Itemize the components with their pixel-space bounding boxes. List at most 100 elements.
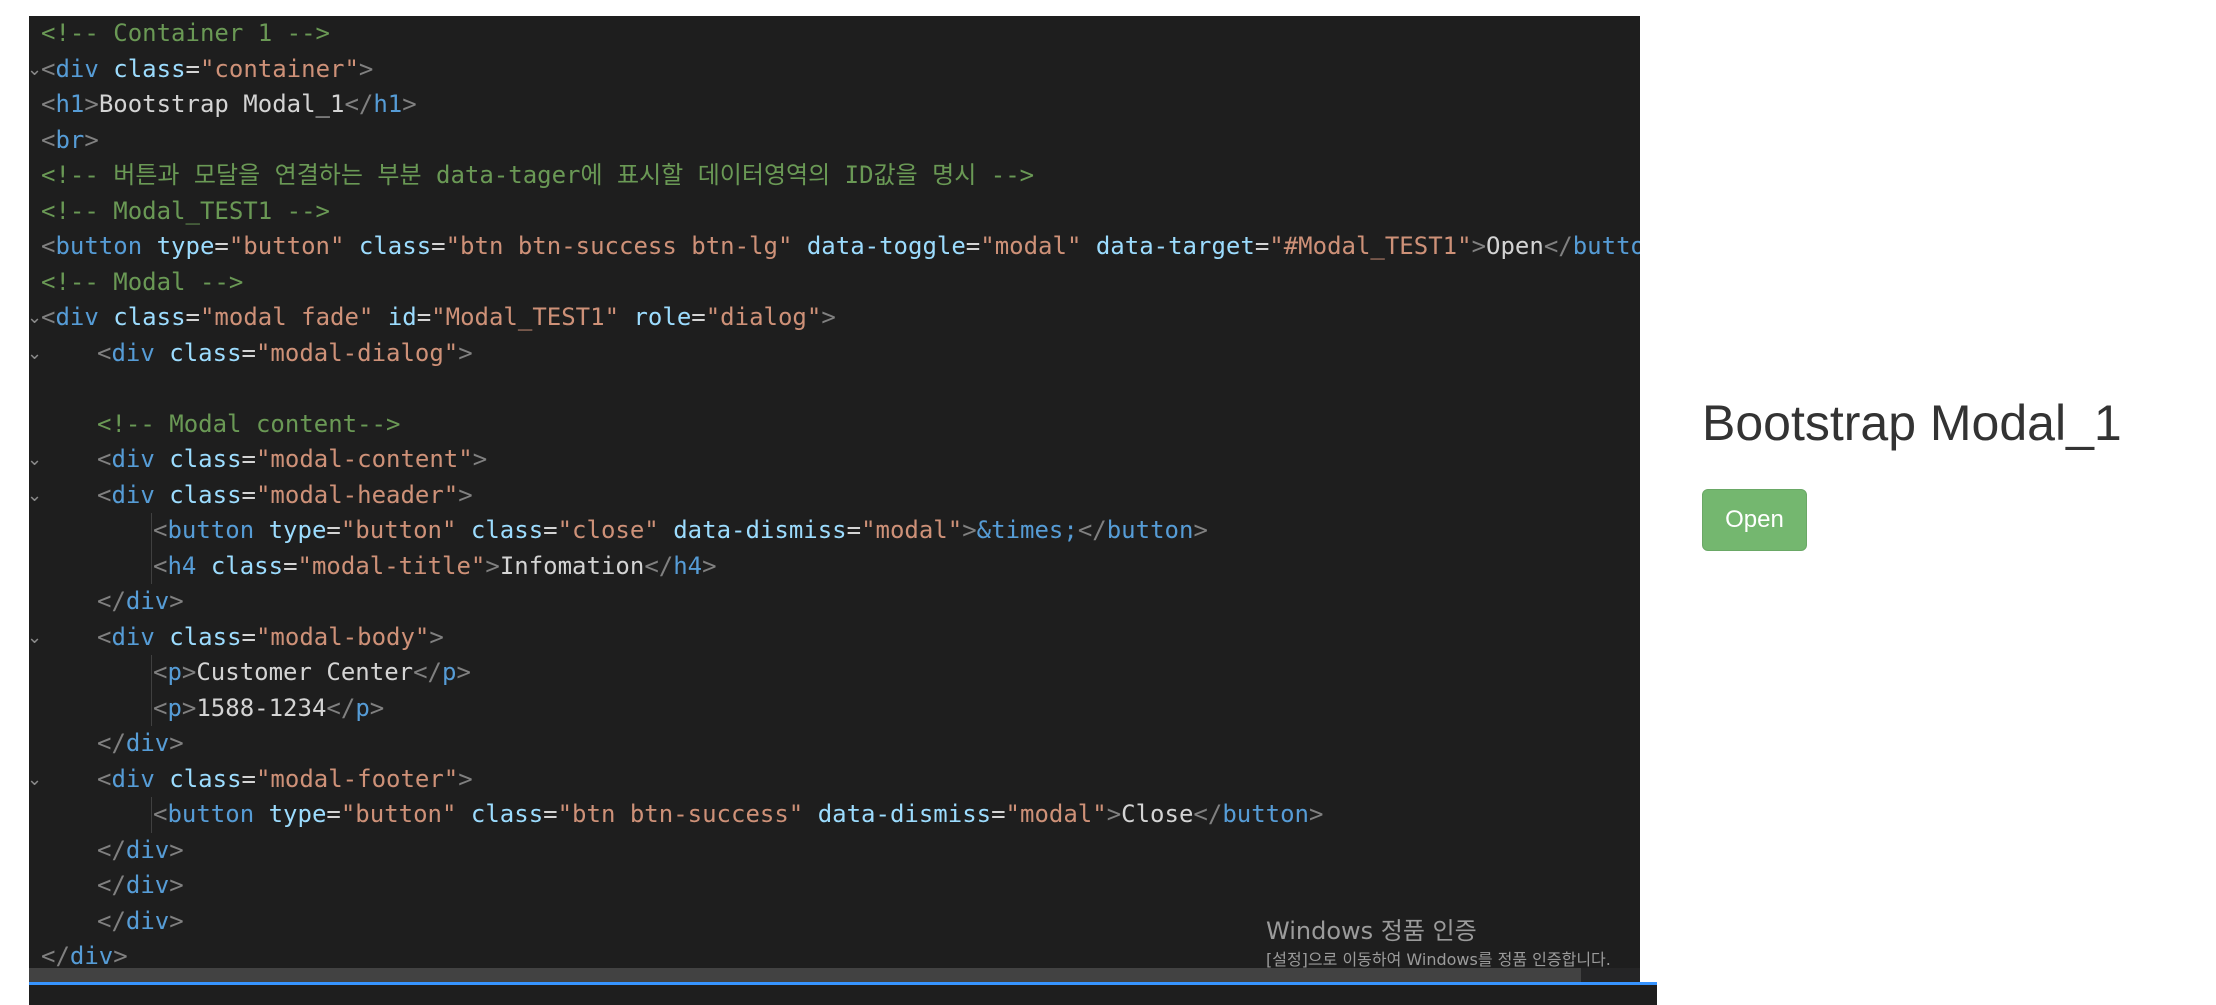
open-modal-button[interactable]: Open [1702, 489, 1807, 551]
code-token: Customer Center [196, 658, 414, 686]
code-token: > [458, 480, 473, 509]
code-token: div [125, 587, 170, 615]
code-token: data-toggle [806, 232, 966, 260]
code-token: "button" [228, 232, 345, 260]
code-line[interactable]: ⌄ <div class="modal-header"> [29, 478, 473, 513]
code-line[interactable]: <h1>Bootstrap Modal_1</h1> [29, 87, 417, 122]
code-token: div [111, 622, 155, 651]
code-line[interactable]: <button type="button" class="btn btn-suc… [29, 797, 1323, 832]
code-token: "modal-footer" [255, 764, 459, 793]
code-line[interactable]: <!-- 버튼과 모달을 연결하는 부분 data-tager에 표시할 데이터… [29, 158, 1034, 193]
code-line[interactable]: ⌄ <div class="modal-footer"> [29, 762, 473, 797]
fold-chevron-icon[interactable]: ⌄ [29, 300, 42, 335]
code-token: </ [326, 693, 356, 722]
code-token: </ [413, 658, 443, 686]
fold-chevron-icon[interactable]: ⌄ [29, 478, 42, 513]
code-token: < [41, 125, 56, 154]
code-token: = [283, 551, 298, 580]
code-token: = [214, 232, 229, 260]
code-token: "modal-dialog" [255, 338, 459, 367]
code-token: > [1471, 232, 1487, 260]
code-token: = [1254, 232, 1270, 260]
code-token: Bootstrap Modal_1 [98, 90, 345, 118]
code-line[interactable]: <!-- Container 1 --> [29, 16, 330, 51]
code-token: class [113, 303, 186, 331]
code-token: = [846, 516, 862, 544]
code-token: < [41, 90, 56, 118]
code-token: button [167, 800, 255, 828]
code-token: > [962, 516, 977, 544]
code-token: = [965, 232, 981, 260]
code-line[interactable]: <button type="button" class="close" data… [29, 513, 1208, 548]
fold-chevron-icon[interactable]: ⌄ [29, 52, 42, 87]
code-line[interactable]: </div> [29, 833, 184, 868]
code-line[interactable]: ⌄ <div class="container"> [29, 52, 373, 87]
preview-page-title: Bootstrap Modal_1 [1702, 395, 2122, 451]
code-token: = [326, 516, 341, 544]
code-line[interactable]: </div> [29, 584, 184, 619]
code-line[interactable]: <!-- Modal content--> [29, 407, 400, 442]
code-token: "modal" [861, 516, 963, 544]
code-token: </ [97, 871, 126, 899]
code-token: "modal-content" [255, 445, 473, 473]
code-token: </ [97, 729, 126, 757]
code-editor[interactable]: <!-- Container 1 --> ⌄ <div class="contain… [29, 16, 1640, 982]
code-line[interactable]: </div> [29, 868, 184, 903]
code-token: p [167, 693, 182, 722]
code-line[interactable]: <!-- Modal --> [29, 265, 243, 300]
code-token: "btn btn-success" [557, 800, 804, 828]
code-token: p [355, 693, 370, 722]
fold-chevron-icon[interactable]: ⌄ [29, 336, 42, 371]
fold-chevron-icon[interactable]: ⌄ [29, 762, 42, 797]
code-token: </ [344, 90, 374, 118]
code-token: "close" [557, 516, 659, 544]
code-line[interactable]: ⌄ <div class="modal-body"> [29, 620, 444, 655]
code-line[interactable]: ⌄ <div class="modal-dialog"> [29, 336, 473, 371]
code-line[interactable]: <p>1588-1234</p> [29, 691, 384, 726]
fold-chevron-icon[interactable]: ⌄ [29, 442, 42, 477]
code-line[interactable] [29, 371, 97, 406]
code-token: > [181, 693, 197, 722]
code-token: <!-- Modal content--> [97, 409, 401, 438]
code-line[interactable]: <button type="button" class="btn btn-suc… [29, 229, 1640, 264]
code-line[interactable]: <p>Customer Center</p> [29, 655, 471, 690]
code-token: < [153, 551, 168, 580]
code-line[interactable]: ⌄ <div class="modal fade" id="Modal_TEST1… [29, 300, 836, 335]
code-token: class [210, 551, 284, 580]
watermark-subtitle: [설정]으로 이동하여 Windows를 정품 인증합니다. [1266, 950, 1611, 969]
code-token: < [153, 658, 168, 686]
code-token: > [402, 90, 417, 118]
code-line[interactable]: </div> [29, 726, 184, 761]
browser-preview: Bootstrap Modal_1 Open [1657, 0, 2216, 1002]
fold-chevron-icon[interactable]: ⌄ [29, 620, 42, 655]
code-token: "container" [199, 54, 359, 83]
code-token: div [125, 835, 170, 864]
code-token: > [456, 658, 471, 686]
code-token: = [241, 480, 256, 509]
code-token: button [1572, 232, 1640, 260]
code-line[interactable]: <!-- Modal_TEST1 --> [29, 194, 330, 229]
code-token: > [1193, 516, 1208, 544]
code-line[interactable]: </div> [29, 904, 184, 939]
code-token: "btn btn-success btn-lg" [445, 232, 793, 260]
code-token: = [416, 303, 432, 331]
code-line[interactable]: ⌄ <div class="modal-content"> [29, 442, 487, 477]
code-token: > [181, 658, 197, 686]
code-token: Close [1121, 800, 1194, 828]
code-token: > [1309, 800, 1324, 828]
code-token: > [1106, 800, 1122, 828]
code-token: &times; [976, 516, 1078, 544]
code-line[interactable]: <h4 class="modal-title">Infomation</h4> [29, 549, 717, 584]
code-line[interactable]: <br> [29, 123, 99, 158]
code-token: div [125, 906, 170, 935]
indent-guide [151, 690, 152, 726]
